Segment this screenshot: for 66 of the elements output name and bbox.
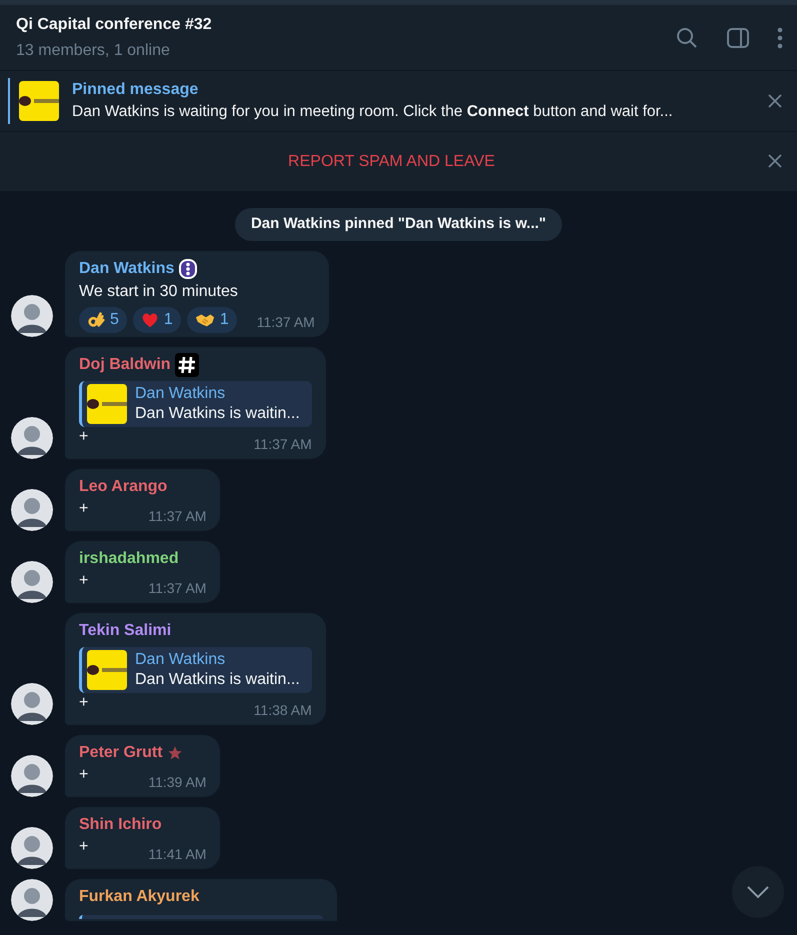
avatar[interactable] — [11, 294, 53, 336]
avatar[interactable] — [11, 560, 53, 602]
reply-author: Dan Watkins — [135, 384, 226, 404]
message-time: 11:41 AM — [147, 844, 206, 864]
star-icon — [166, 744, 183, 760]
reaction-chip[interactable]: 1 — [132, 306, 181, 332]
message-text: + — [79, 764, 88, 784]
message-text: + — [79, 570, 88, 590]
badge-icon — [178, 258, 198, 280]
chat-subtitle: 13 members, 1 online — [16, 40, 171, 60]
message-time: 11:37 AM — [256, 312, 315, 332]
message-time: 11:37 AM — [252, 434, 312, 454]
avatar[interactable] — [11, 488, 53, 530]
message-bubble[interactable]: Dan Watkins We start in 30 minutes 5 1 1 11:37 AM — [65, 250, 329, 336]
author-name[interactable]: Dan Watkins — [79, 256, 174, 280]
chevron-down-icon — [746, 885, 770, 899]
avatar[interactable] — [11, 416, 53, 458]
message-bubble[interactable]: Shin Ichiro + 11:41 AM — [65, 806, 220, 868]
author-name[interactable]: Peter Grutt — [79, 740, 163, 764]
message-text: + — [79, 692, 88, 712]
reply-author: Dan Watkins — [135, 650, 226, 670]
report-spam-button[interactable]: REPORT SPAM AND LEAVE — [288, 150, 495, 174]
search-icon[interactable] — [675, 26, 699, 50]
hash-icon — [174, 352, 199, 376]
author-name[interactable]: Doj Baldwin — [79, 352, 171, 376]
message-bubble[interactable]: Doj Baldwin Dan Watkins Dan Watkins is waitin... + 11:37 AM — [65, 346, 326, 458]
avatar[interactable] — [11, 826, 53, 868]
message-bubble[interactable]: Leo Arango + 11:37 AM — [65, 468, 220, 530]
heart-icon — [140, 310, 159, 328]
reaction-chip[interactable]: 1 — [186, 306, 237, 332]
author-name[interactable]: Leo Arango — [79, 474, 168, 498]
author-name[interactable]: Shin Ichiro — [79, 812, 162, 836]
avatar[interactable] — [11, 878, 53, 920]
message-text: + — [79, 836, 88, 856]
message-bubble[interactable]: irshadahmed + 11:37 AM — [65, 540, 220, 602]
author-name[interactable]: irshadahmed — [79, 546, 179, 570]
message-time: 11:39 AM — [147, 772, 206, 792]
message-text: We start in 30 minutes — [79, 282, 239, 302]
reply-preview[interactable]: Dan Watkins Dan Watkins is waitin... — [79, 646, 312, 692]
sidebar-toggle-icon[interactable] — [726, 26, 750, 50]
ok-hand-icon — [87, 310, 105, 328]
message-time: 11:38 AM — [252, 700, 312, 720]
pinned-label: Pinned message — [72, 80, 200, 100]
author-name[interactable]: Furkan Akyurek — [79, 884, 200, 908]
service-message: Dan Watkins pinned "Dan Watkins is w..." — [234, 208, 562, 240]
avatar[interactable] — [11, 682, 53, 724]
reaction-chip[interactable]: 5 — [79, 306, 127, 332]
message-text: + — [79, 426, 88, 446]
close-icon[interactable] — [767, 153, 783, 169]
reply-text: Dan Watkins is waitin... — [135, 670, 300, 690]
reply-preview[interactable]: Dan Watkins Dan Watkins is waitin... — [79, 380, 312, 426]
message-bubble[interactable]: Furkan Akyurek — [65, 878, 337, 920]
message-text: + — [79, 498, 88, 518]
pinned-bar[interactable]: Pinned message Dan Watkins is waiting for you in meeting room. Click the Connect button and wait for... — [0, 71, 797, 132]
pinned-text: Dan Watkins is waiting for you in meeting room. Click the Connect button and wait for... — [72, 102, 673, 122]
avatar[interactable] — [11, 754, 53, 796]
author-name[interactable]: Tekin Salimi — [79, 618, 172, 642]
handshake-icon — [194, 312, 215, 328]
close-icon[interactable] — [767, 93, 783, 109]
reply-text: Dan Watkins is waitin... — [135, 404, 300, 424]
message-time: 11:37 AM — [147, 506, 206, 526]
message-bubble[interactable]: Peter Grutt + 11:39 AM — [65, 734, 220, 796]
message-time: 11:37 AM — [147, 578, 206, 598]
more-icon[interactable] — [777, 26, 783, 50]
message-bubble[interactable]: Tekin Salimi Dan Watkins Dan Watkins is waitin... + 11:38 AM — [65, 612, 326, 724]
chat-title: Qi Capital conference #32 — [16, 14, 212, 34]
